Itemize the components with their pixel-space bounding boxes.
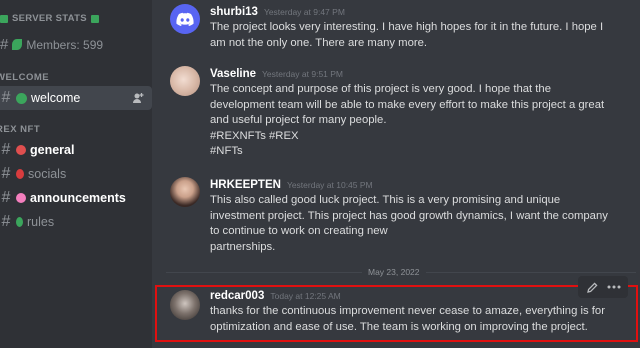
message-line: and useful project for many people. — [210, 114, 387, 127]
sidebar-item-label: rules — [27, 215, 55, 229]
avatar[interactable] — [170, 66, 200, 96]
date-divider-label: May 23, 2022 — [362, 267, 426, 277]
sidebar-item-rules[interactable]: # rules — [0, 210, 152, 234]
discord-logo-icon — [176, 12, 194, 26]
sidebar-item-general[interactable]: # general — [0, 138, 152, 162]
pencil-icon[interactable] — [582, 278, 602, 296]
message-line: am not the only one. There are many more… — [210, 36, 428, 49]
message-header: Vaseline Yesterday at 9:51 PM — [210, 68, 343, 80]
sidebar-item-announcements[interactable]: # announcements — [0, 186, 152, 210]
leaf-icon — [12, 39, 23, 50]
message-line: #NFTs — [210, 145, 243, 158]
hash-icon: # — [1, 213, 11, 230]
timestamp: Yesterday at 9:51 PM — [262, 69, 344, 79]
rose-icon — [16, 169, 24, 179]
avatar[interactable] — [170, 177, 200, 207]
message-line: The project looks very interesting. I ha… — [210, 21, 604, 33]
avatar[interactable] — [170, 290, 200, 320]
server-stats-label: SERVER STATS — [12, 13, 87, 24]
server-stats-header: SERVER STATS — [0, 13, 99, 24]
timestamp: Yesterday at 10:45 PM — [286, 180, 373, 190]
sidebar-item-label: welcome — [31, 91, 81, 105]
more-icon[interactable] — [604, 278, 624, 296]
members-count-channel[interactable]: # Members: 599 — [0, 36, 103, 53]
hash-icon: # — [0, 36, 9, 53]
message-line: development team will be able to make ev… — [210, 98, 605, 111]
sidebar-item-socials[interactable]: # socials — [0, 162, 152, 186]
timestamp: Today at 12:25 AM — [270, 291, 341, 301]
category-rex-nft[interactable]: REX NFT — [0, 124, 40, 135]
message-content: This also called good luck project. This… — [210, 193, 620, 255]
message-line: partnerships. — [210, 240, 276, 253]
author-name[interactable]: shurbi13 — [210, 6, 258, 18]
blossom-icon — [16, 193, 26, 203]
mushroom-icon — [16, 145, 26, 155]
message-line: The concept and purpose of this project … — [210, 83, 552, 95]
hash-icon: # — [1, 141, 11, 158]
message-header: redcar003 Today at 12:25 AM — [210, 290, 341, 302]
clover-icon — [16, 92, 27, 104]
message-header: shurbi13 Yesterday at 9:47 PM — [210, 6, 345, 18]
message-line: optimization and ease of use. The team i… — [210, 320, 588, 333]
hash-icon: # — [1, 189, 11, 206]
chat-area: shurbi13 Yesterday at 9:47 PM The projec… — [152, 0, 640, 348]
message-content: The concept and purpose of this project … — [210, 82, 620, 160]
channel-sidebar: SERVER STATS # Members: 599 WELCOME # we… — [0, 0, 152, 348]
avatar[interactable] — [170, 4, 200, 34]
message-line: thanks for the continuous improvement ne… — [210, 305, 605, 317]
message-line: investment project. This project has goo… — [210, 209, 608, 222]
message-line: This also called good luck project. This… — [210, 194, 561, 206]
sidebar-item-welcome[interactable]: # welcome — [0, 86, 152, 110]
sidebar-item-label: announcements — [30, 191, 126, 205]
message-line: to continue to work on creating new — [210, 225, 388, 238]
timestamp: Yesterday at 9:47 PM — [263, 7, 345, 17]
add-member-icon[interactable] — [132, 92, 144, 104]
message-header: HRKEEPTEN Yesterday at 10:45 PM — [210, 179, 373, 191]
message-content: thanks for the continuous improvement ne… — [210, 304, 620, 335]
plant-icon — [16, 217, 23, 227]
author-name[interactable]: Vaseline — [210, 68, 256, 80]
message-actions — [578, 276, 628, 298]
hash-icon: # — [1, 165, 11, 182]
sidebar-item-label: general — [30, 143, 75, 157]
author-name[interactable]: redcar003 — [210, 290, 264, 302]
members-count-label: Members: 599 — [26, 37, 104, 52]
message-content: The project looks very interesting. I ha… — [210, 20, 620, 51]
chart-icon — [0, 14, 8, 23]
chart-icon — [90, 14, 99, 23]
hash-icon: # — [1, 89, 11, 106]
message-line: #REXNFTs #REX — [210, 129, 299, 142]
sidebar-item-label: socials — [28, 167, 67, 181]
author-name[interactable]: HRKEEPTEN — [210, 179, 281, 191]
category-welcome[interactable]: WELCOME — [0, 72, 49, 83]
